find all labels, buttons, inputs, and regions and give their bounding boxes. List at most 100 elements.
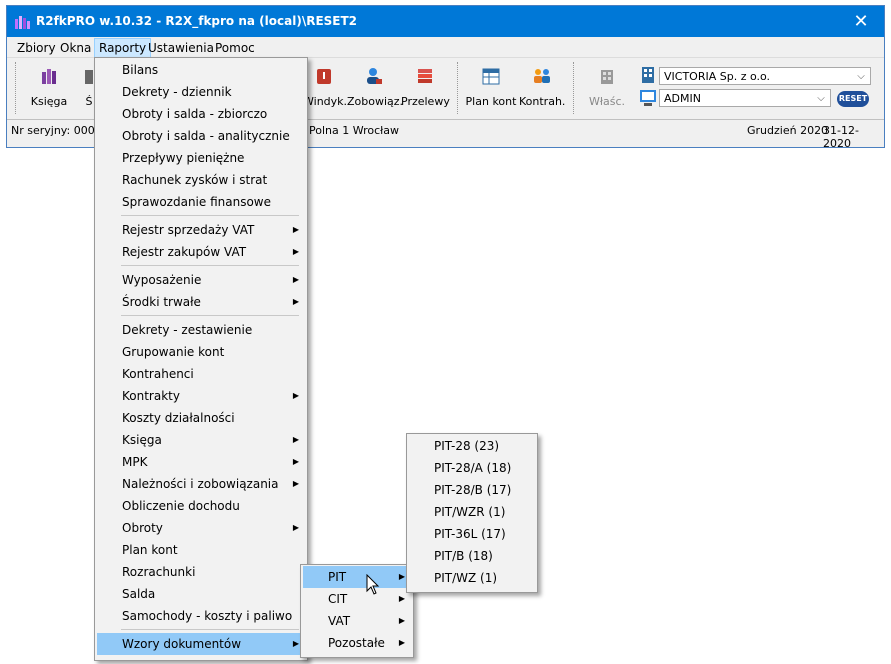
menu-item-rejestr-sprzedazy[interactable]: Rejestr sprzedaży VAT ▶	[97, 219, 305, 241]
menu-item-samochody[interactable]: Samochody - koszty i paliwo	[97, 605, 305, 627]
menu-item-rejestr-zakupow[interactable]: Rejestr zakupów VAT ▶	[97, 241, 305, 263]
submenu-arrow-icon: ▶	[292, 639, 299, 648]
status-date: 31-12-2020	[823, 124, 859, 150]
close-button[interactable]: ✕	[838, 6, 884, 37]
pit-item-pit-28[interactable]: PIT-28 (23)	[409, 435, 535, 457]
menu-item-rozrachunki[interactable]: Rozrachunki	[97, 561, 305, 583]
user-icon	[640, 90, 656, 106]
company-combo-value: VICTORIA Sp. z o.o.	[664, 70, 771, 83]
menu-item-label: Wyposażenie	[122, 273, 202, 287]
windyk-label: Windyk.	[303, 95, 348, 108]
menu-item-dekrety-zestawienie[interactable]: Dekrety - zestawienie	[97, 319, 305, 341]
menu-item-przeplywy[interactable]: Przepływy pieniężne	[97, 147, 305, 169]
menu-item-label: Pozostałe	[328, 636, 385, 650]
menu-item-label: Grupowanie kont	[122, 345, 225, 359]
reset-logo[interactable]: RESET	[837, 91, 869, 107]
menu-item-obroty-analitycznie[interactable]: Obroty i salda - analitycznie	[97, 125, 305, 147]
menu-item-label: PIT-28/B (17)	[434, 483, 512, 497]
title-bar[interactable]: R2fkPRO w.10.32 - R2X_fkpro na (local)\R…	[7, 6, 884, 37]
zobowiaz-label: Zobowiąz.	[347, 95, 404, 108]
chart-of-accounts-icon	[482, 68, 500, 85]
menu-item-mpk[interactable]: MPK ▶	[97, 451, 305, 473]
menu-item-srodki-trwale[interactable]: Środki trwałe ▶	[97, 291, 305, 313]
kontrah-button[interactable]: Kontrah.	[519, 64, 565, 114]
windyk-button[interactable]: Windyk.	[303, 64, 348, 114]
menu-item-label: Salda	[122, 587, 156, 601]
pit-item-pit-wzr[interactable]: PIT/WZR (1)	[409, 501, 535, 523]
menu-item-label: Koszty działalności	[122, 411, 235, 425]
menu-item-label: PIT/WZR (1)	[434, 505, 506, 519]
menu-item-label: PIT-36L (17)	[434, 527, 506, 541]
menu-item-label: VAT	[328, 614, 351, 628]
pit-item-pit-36l[interactable]: PIT-36L (17)	[409, 523, 535, 545]
window-title: R2fkPRO w.10.32 - R2X_fkpro na (local)\R…	[36, 14, 358, 28]
submenu-arrow-icon: ▶	[292, 479, 299, 488]
menu-item-label: Rozrachunki	[122, 565, 196, 579]
contractors-icon	[534, 69, 550, 83]
menu-item-label: PIT	[328, 570, 347, 584]
menu-pomoc[interactable]: Pomoc	[211, 39, 259, 57]
user-combo[interactable]: ADMIN ⌵	[659, 89, 831, 107]
menu-item-koszty-dzialalnosci[interactable]: Koszty działalności	[97, 407, 305, 429]
menu-item-kontrakty[interactable]: Kontrakty ▶	[97, 385, 305, 407]
menu-item-bilans[interactable]: Bilans	[97, 59, 305, 81]
menu-item-label: Księga	[122, 433, 162, 447]
menu-ustawienia[interactable]: Ustawienia	[144, 39, 218, 57]
submenu-item-cit[interactable]: CIT ▶	[303, 588, 411, 610]
submenu-arrow-icon: ▶	[398, 638, 405, 647]
building-icon	[642, 67, 654, 83]
pit-item-pit-b[interactable]: PIT/B (18)	[409, 545, 535, 567]
menu-raporty[interactable]: Raporty	[94, 38, 152, 58]
books-icon	[42, 69, 56, 84]
raporty-menu: Bilans Dekrety - dziennik Obroty i salda…	[94, 57, 308, 661]
submenu-item-pit[interactable]: PIT ▶	[303, 566, 411, 588]
collection-icon	[317, 69, 331, 84]
submenu-arrow-icon: ▶	[292, 435, 299, 444]
menu-item-plan-kont[interactable]: Plan kont	[97, 539, 305, 561]
menu-item-obliczenie-dochodu[interactable]: Obliczenie dochodu	[97, 495, 305, 517]
menu-item-label: Rachunek zysków i strat	[122, 173, 268, 187]
owner-icon	[601, 70, 613, 84]
submenu-item-pozostale[interactable]: Pozostałe ▶	[303, 632, 411, 654]
menu-item-label: Obroty	[122, 521, 163, 535]
menu-divider	[121, 315, 299, 316]
menu-item-label: PIT/B (18)	[434, 549, 493, 563]
menu-item-label: Obroty i salda - zbiorczo	[122, 107, 268, 121]
status-address: Polna 1 Wrocław	[309, 124, 400, 137]
menu-item-label: Sprawozdanie finansowe	[122, 195, 271, 209]
toolbar-separator	[457, 62, 459, 114]
menu-item-label: Dekrety - dziennik	[122, 85, 232, 99]
reset-logo-text: RESET	[838, 94, 868, 103]
menu-item-wzory-dokumentow[interactable]: Wzory dokumentów ▶	[97, 633, 305, 655]
menu-item-obroty-zbiorczo[interactable]: Obroty i salda - zbiorczo	[97, 103, 305, 125]
submenu-item-vat[interactable]: VAT ▶	[303, 610, 411, 632]
menu-item-ksiega[interactable]: Księga ▶	[97, 429, 305, 451]
menu-zbiory[interactable]: Zbiory	[13, 39, 60, 57]
menu-item-label: Rejestr zakupów VAT	[122, 245, 247, 259]
menu-item-grupowanie-kont[interactable]: Grupowanie kont	[97, 341, 305, 363]
menu-item-label: Środki trwałe	[122, 295, 201, 309]
menu-divider	[121, 265, 299, 266]
menu-item-label: Plan kont	[122, 543, 178, 557]
ksiega-button[interactable]: Księga	[27, 64, 71, 114]
menu-item-dekrety-dziennik[interactable]: Dekrety - dziennik	[97, 81, 305, 103]
menu-divider	[121, 215, 299, 216]
wlasc-label: Właśc.	[588, 95, 626, 108]
przelewy-button[interactable]: Przelewy	[401, 64, 450, 114]
pit-item-pit-28a[interactable]: PIT-28/A (18)	[409, 457, 535, 479]
menu-item-sprawozdanie[interactable]: Sprawozdanie finansowe	[97, 191, 305, 213]
menu-item-salda[interactable]: Salda	[97, 583, 305, 605]
zobowiaz-button[interactable]: Zobowiąz.	[347, 64, 404, 114]
menu-item-kontrahenci[interactable]: Kontrahenci	[97, 363, 305, 385]
plan-kont-button[interactable]: Plan kont	[465, 64, 517, 114]
menu-item-obroty[interactable]: Obroty ▶	[97, 517, 305, 539]
company-combo[interactable]: VICTORIA Sp. z o.o. ⌵	[659, 67, 871, 85]
pit-item-pit-28b[interactable]: PIT-28/B (17)	[409, 479, 535, 501]
menu-item-naleznosci[interactable]: Należności i zobowiązania ▶	[97, 473, 305, 495]
pit-item-pit-wz[interactable]: PIT/WZ (1)	[409, 567, 535, 589]
menu-item-label: Należności i zobowiązania	[122, 477, 279, 491]
menu-item-rachunek[interactable]: Rachunek zysków i strat	[97, 169, 305, 191]
menu-item-wyposazenie[interactable]: Wyposażenie ▶	[97, 269, 305, 291]
wlasc-button[interactable]: Właśc.	[587, 64, 627, 114]
menu-okna[interactable]: Okna	[56, 39, 95, 57]
